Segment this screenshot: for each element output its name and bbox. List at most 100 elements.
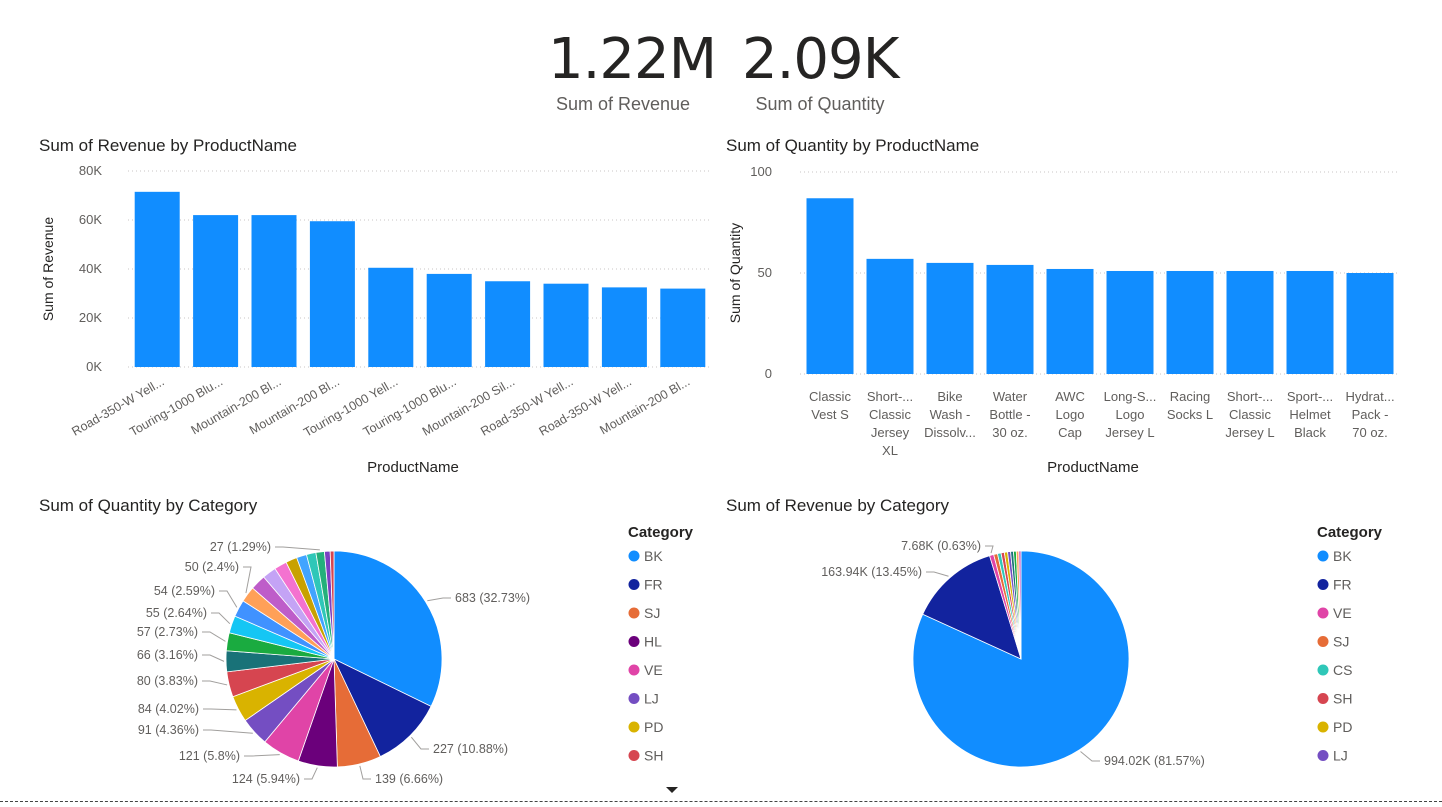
legend-item: VE — [1333, 605, 1352, 621]
x-tick-label: Classic — [809, 389, 851, 404]
pie-data-label: 227 (10.88%) — [433, 742, 508, 756]
bar — [251, 215, 297, 367]
dashboard-chart-canvas: 0K20K40K60K80KRoad-350-W Yell...Touring-… — [40, 163, 1400, 793]
legend-item: FR — [1333, 577, 1352, 593]
x-tick-label: 70 oz. — [1352, 425, 1387, 440]
bar — [660, 288, 706, 367]
x-tick-label: Logo — [1116, 407, 1145, 422]
x-tick-label: Bike — [937, 389, 962, 404]
bar — [134, 191, 180, 367]
bar — [1166, 270, 1214, 374]
bar — [543, 283, 589, 367]
pie-leader-line — [985, 545, 994, 554]
bar — [1226, 270, 1274, 374]
x-tick-label: Racing — [1170, 389, 1210, 404]
pie-data-label: 50 (2.4%) — [185, 560, 239, 574]
pie-leader-line — [203, 708, 237, 711]
x-tick-label: Wash - — [930, 407, 971, 422]
legend-title: Category — [628, 524, 694, 541]
pie-data-label: 55 (2.64%) — [146, 606, 207, 620]
x-tick-label: Dissolv... — [924, 425, 976, 440]
legend-item: CS — [1333, 662, 1352, 678]
legend-item: SH — [1333, 691, 1352, 707]
legend-item: BK — [1333, 548, 1352, 564]
page-bottom-border — [0, 801, 1442, 802]
legend-marker — [628, 550, 640, 562]
legend-item: HL — [644, 634, 662, 650]
pie-data-label: 683 (32.73%) — [455, 591, 530, 605]
bar — [1046, 268, 1094, 374]
legend-marker — [1317, 664, 1329, 676]
legend-marker — [628, 636, 640, 647]
y-tick-label: 50 — [758, 265, 772, 280]
x-tick-label: XL — [882, 443, 898, 458]
x-tick-label: Black — [1294, 425, 1326, 440]
pie-leader-line — [1080, 751, 1100, 762]
legend-item: SH — [644, 748, 663, 764]
pie-leader-line — [202, 654, 225, 662]
legend-item: SJ — [1333, 634, 1349, 650]
legend-marker — [1317, 750, 1329, 761]
pie-data-label: 66 (3.16%) — [137, 648, 198, 662]
x-tick-label: Hydrat... — [1345, 389, 1394, 404]
x-tick-label: Short-... — [1227, 389, 1273, 404]
y-axis-title: Sum of Quantity — [727, 223, 743, 323]
bar — [426, 273, 472, 367]
bar — [485, 281, 531, 367]
x-axis-title: ProductName — [1047, 459, 1139, 476]
legend-item: PD — [1333, 719, 1352, 735]
bar — [986, 264, 1034, 374]
pie-leader-line — [219, 590, 238, 608]
pie-leader-line — [202, 680, 228, 686]
pie-leader-line — [202, 631, 226, 642]
bar — [926, 262, 974, 374]
pie-data-label: 121 (5.8%) — [179, 749, 240, 763]
y-tick-label: 20K — [79, 310, 102, 325]
x-tick-label: Sport-... — [1287, 389, 1333, 404]
x-tick-label: Helmet — [1289, 407, 1331, 422]
x-tick-label: Jersey L — [1225, 425, 1274, 440]
x-tick-label: Jersey L — [1105, 425, 1154, 440]
legend-item: LJ — [1333, 748, 1348, 764]
x-tick-label: Vest S — [811, 407, 849, 422]
x-tick-label: Logo — [1056, 407, 1085, 422]
bar — [1346, 273, 1394, 374]
legend-marker — [628, 607, 640, 619]
pie-data-label: 124 (5.94%) — [232, 772, 300, 786]
pie-leader-line — [244, 754, 280, 757]
legend-marker — [1317, 579, 1329, 590]
x-tick-label: Long-S... — [1104, 389, 1157, 404]
x-tick-label: Socks L — [1167, 407, 1213, 422]
pie-data-label: 994.02K (81.57%) — [1104, 754, 1205, 768]
y-tick-label: 40K — [79, 261, 102, 276]
x-tick-label: AWC — [1055, 389, 1085, 404]
y-tick-label: 100 — [750, 164, 772, 179]
pie-leader-line — [275, 546, 320, 551]
legend-item: VE — [644, 662, 663, 678]
pie-leader-line — [926, 571, 949, 577]
pie-leader-line — [359, 765, 371, 780]
x-tick-label: Short-... — [867, 389, 913, 404]
y-tick-label: 0K — [86, 359, 102, 374]
legend-marker — [1317, 721, 1329, 733]
pie-leader-line — [410, 736, 429, 750]
bar — [1106, 270, 1154, 374]
x-tick-label: Water — [993, 389, 1028, 404]
pie-data-label: 139 (6.66%) — [375, 772, 443, 786]
pie-data-label: 7.68K (0.63%) — [901, 539, 981, 553]
pie-data-label: 163.94K (13.45%) — [821, 565, 922, 579]
x-axis-title: ProductName — [367, 459, 459, 476]
x-tick-label: Classic — [1229, 407, 1271, 422]
legend-item: PD — [644, 719, 663, 735]
bar — [309, 221, 355, 367]
x-tick-label: Classic — [869, 407, 911, 422]
legend-marker — [628, 721, 640, 733]
x-tick-label: Bottle - — [989, 407, 1030, 422]
y-axis-title: Sum of Revenue — [40, 217, 56, 321]
legend-item: SJ — [644, 605, 660, 621]
bar — [806, 198, 854, 374]
pie-leader-line — [304, 767, 318, 780]
legend-marker — [628, 693, 640, 704]
x-tick-label: Pack - — [1352, 407, 1389, 422]
legend-marker — [1317, 550, 1329, 562]
